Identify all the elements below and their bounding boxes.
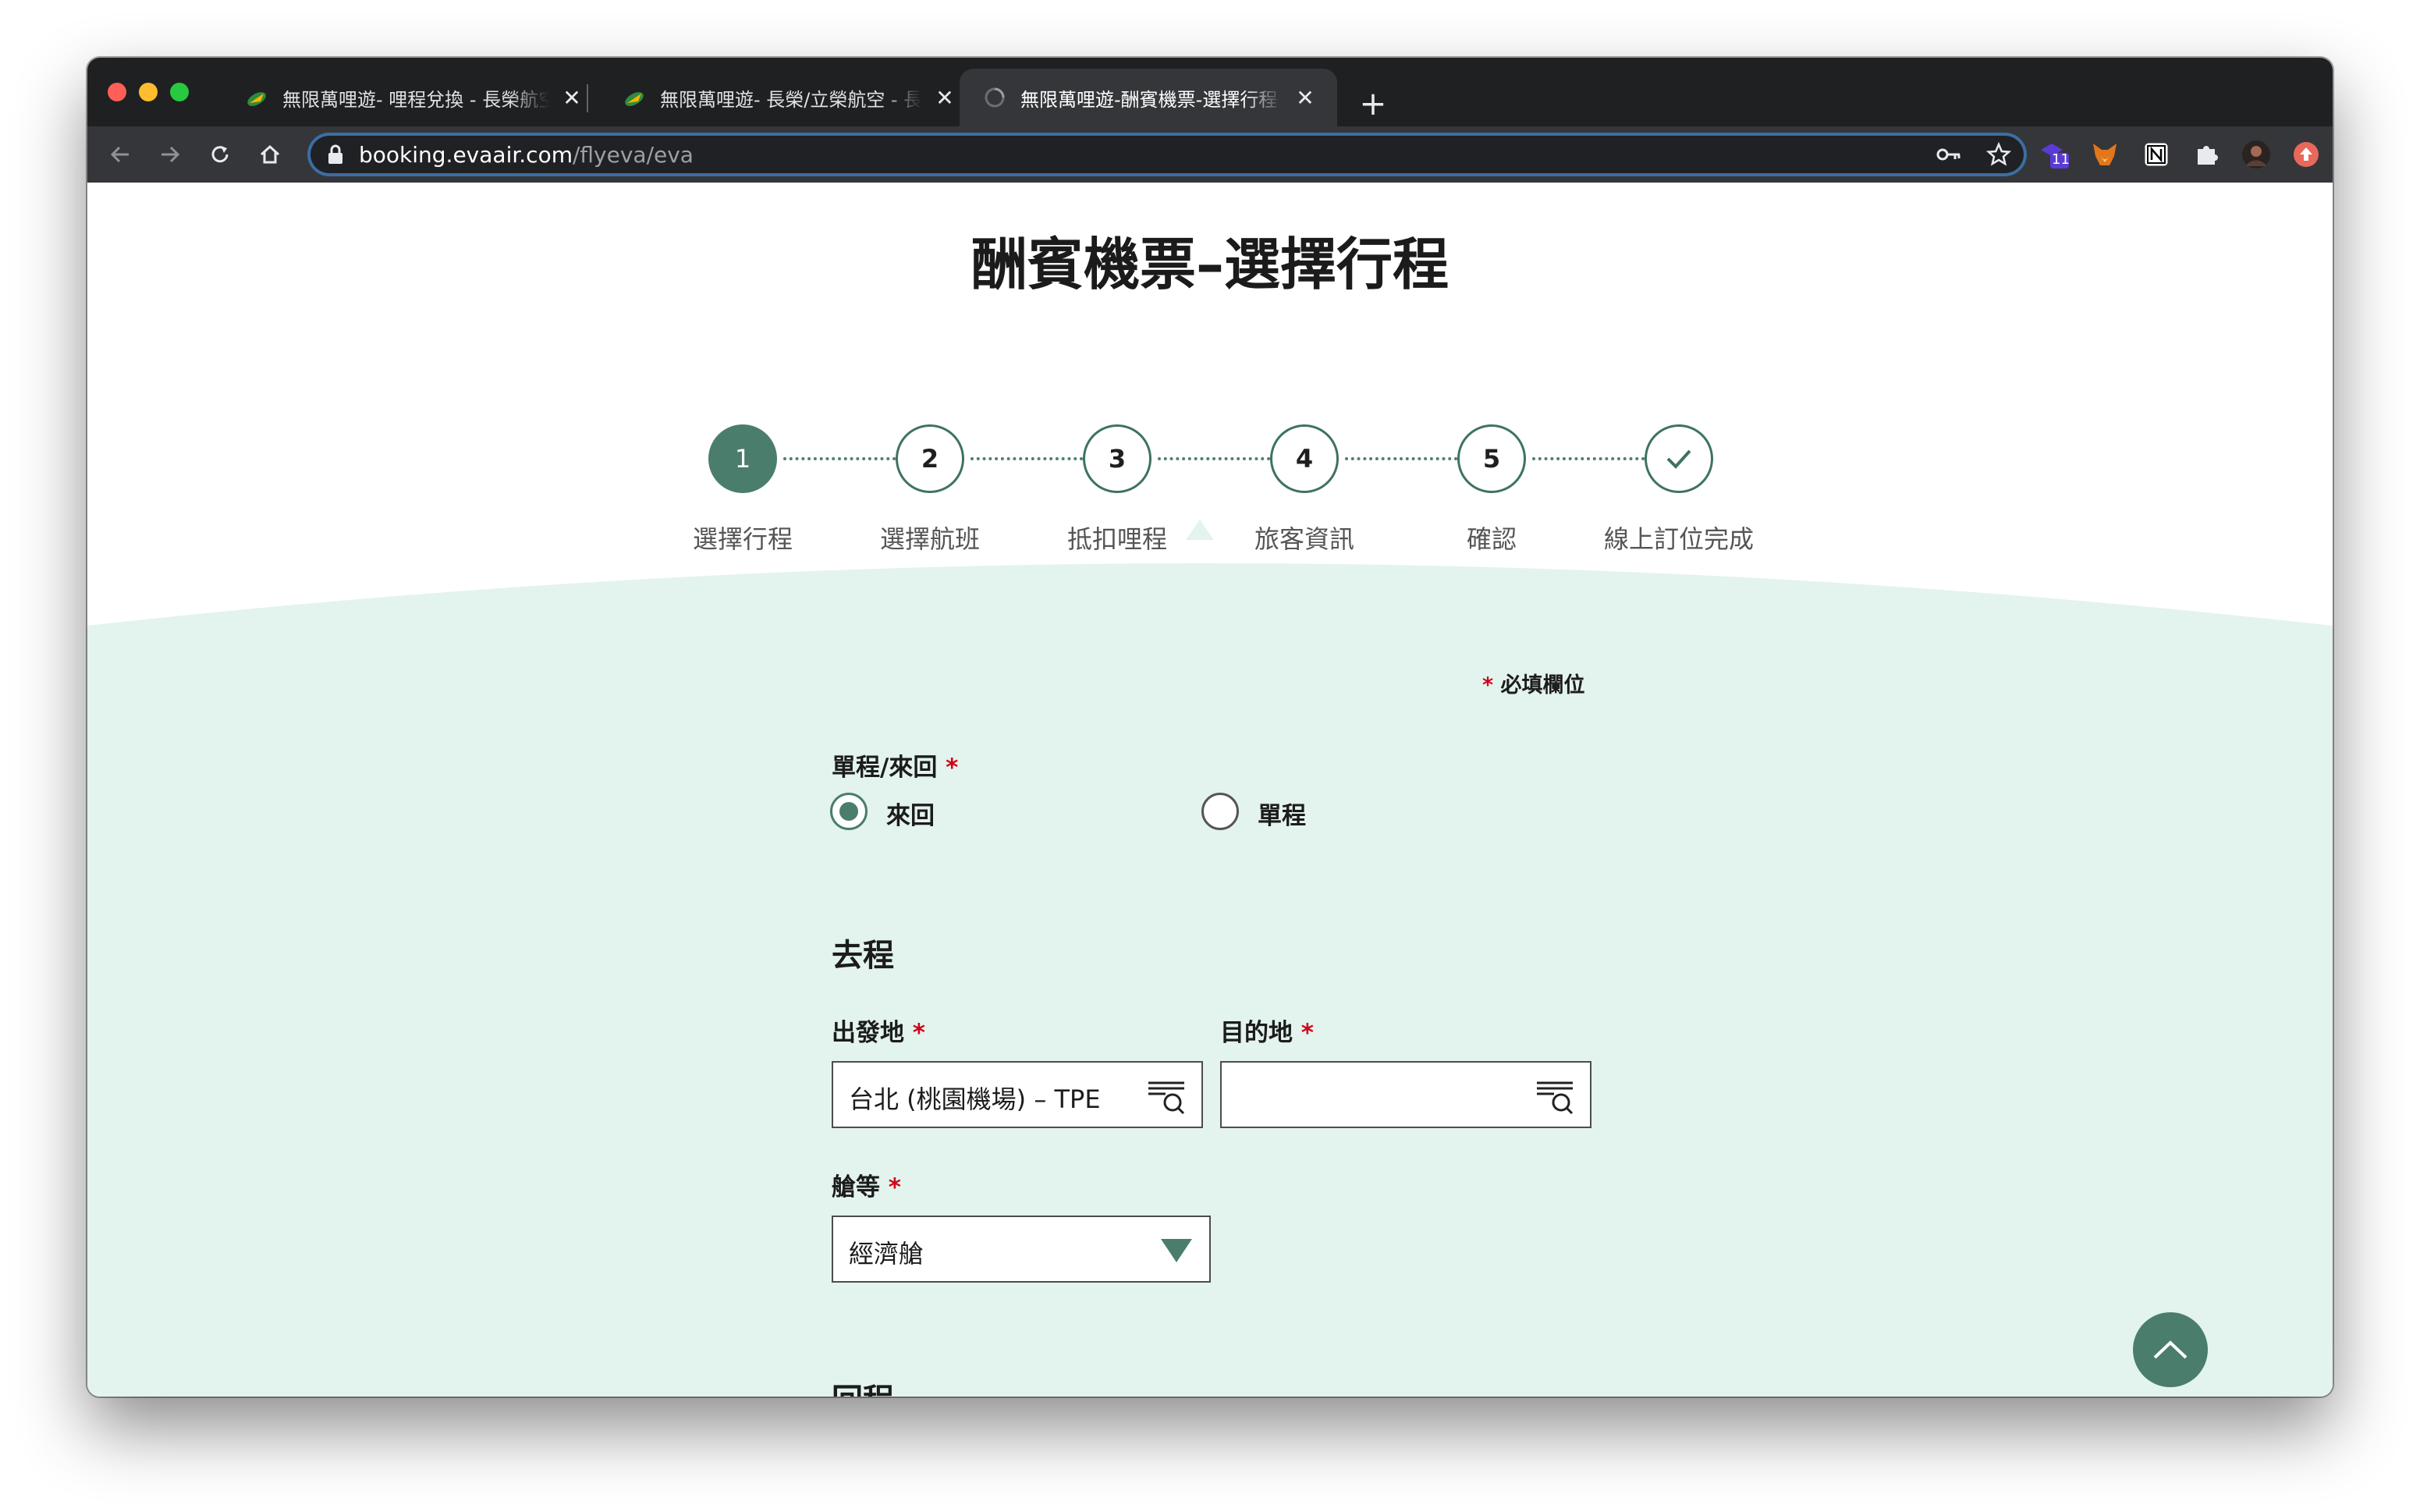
update-icon[interactable] xyxy=(2290,139,2322,170)
profile-avatar[interactable] xyxy=(2241,139,2272,170)
step-connector xyxy=(970,457,1089,460)
extension-badge-count: 11 xyxy=(2052,151,2070,168)
step-label: 選擇航班 xyxy=(879,524,980,554)
page-content: 酬賓機票–選擇行程 1 2 3 4 5 選擇行程 選擇航班 抵扣哩程 旅客資訊 … xyxy=(87,183,2333,1397)
home-button[interactable] xyxy=(251,136,289,173)
close-icon[interactable]: ✕ xyxy=(933,85,956,111)
origin-input[interactable]: 台北 (桃園機場) – TPE xyxy=(832,1061,1203,1128)
required-star: * xyxy=(888,1173,902,1201)
step-4-circle: 4 xyxy=(1270,424,1339,493)
close-icon[interactable]: ✕ xyxy=(1293,85,1317,111)
forward-arrow-icon xyxy=(161,146,180,163)
extension-badge-icon[interactable]: 11 xyxy=(2038,139,2070,170)
tab-strip: 無限萬哩遊- 哩程兌換 - 長榮航空 ✕ 無限萬哩遊- 長榮/立榮航空 - 長榮… xyxy=(87,58,2333,126)
destination-label-text: 目的地 xyxy=(1220,1019,1293,1047)
notion-icon[interactable] xyxy=(2141,139,2172,170)
minimize-window-button[interactable] xyxy=(139,83,158,101)
mint-background xyxy=(87,520,2333,1397)
scroll-to-top-button[interactable] xyxy=(2133,1312,2208,1387)
tab-title: 無限萬哩遊- 哩程兌換 - 長榮航空 xyxy=(282,88,549,111)
step-complete-circle xyxy=(1645,424,1713,493)
step-connector xyxy=(1158,457,1276,460)
required-note-text: 必填欄位 xyxy=(1500,673,1585,697)
required-star: * xyxy=(1300,1019,1315,1047)
tab-divider xyxy=(587,84,588,112)
search-list-icon[interactable] xyxy=(1145,1075,1187,1117)
return-section-title: 回程 xyxy=(832,1375,894,1397)
address-bar[interactable]: booking.evaair.com/flyeva/eva xyxy=(307,133,2027,176)
browser-tab[interactable]: 無限萬哩遊- 長榮/立榮航空 - 長榮航空 ✕ xyxy=(599,69,977,126)
step-1-circle: 1 xyxy=(708,424,777,493)
eva-air-icon xyxy=(623,86,646,109)
browser-tab[interactable]: 無限萬哩遊- 哩程兌換 - 長榮航空 ✕ xyxy=(222,69,604,126)
trip-type-label: 單程/來回 * xyxy=(832,747,958,783)
chevron-up-icon xyxy=(2153,1340,2188,1359)
fox-extension-icon[interactable] xyxy=(2089,139,2120,170)
origin-label-text: 出發地 xyxy=(832,1019,904,1047)
url-path: /flyeva/eva xyxy=(572,141,694,168)
forward-button[interactable] xyxy=(151,136,189,173)
origin-label: 出發地 * xyxy=(832,1013,925,1048)
bookmark-star-icon[interactable] xyxy=(1986,142,2011,167)
close-window-button[interactable] xyxy=(108,83,126,101)
step-5-circle: 5 xyxy=(1457,424,1526,493)
origin-value: 台北 (桃園機場) – TPE xyxy=(849,1084,1101,1114)
eva-air-icon xyxy=(245,86,268,109)
step-label: 線上訂位完成 xyxy=(1603,524,1754,554)
home-icon xyxy=(260,144,280,164)
url-host: booking.evaair.com xyxy=(359,141,573,168)
required-star: * xyxy=(1482,673,1494,697)
step-3-circle: 3 xyxy=(1083,424,1151,493)
trip-type-label-text: 單程/來回 xyxy=(832,754,938,782)
reload-icon xyxy=(211,146,229,163)
step-2-circle: 2 xyxy=(896,424,964,493)
browser-tab-active[interactable]: 無限萬哩遊-酬賓機票-選擇行程 - 長榮航空 ✕ xyxy=(960,69,1337,126)
search-list-icon[interactable] xyxy=(1534,1075,1576,1117)
round-trip-radio[interactable] xyxy=(830,793,868,830)
outbound-section-title: 去程 xyxy=(832,938,894,974)
back-button[interactable] xyxy=(101,136,139,173)
back-arrow-icon xyxy=(110,146,129,163)
puzzle-extensions-icon[interactable] xyxy=(2191,139,2222,170)
one-way-radio[interactable] xyxy=(1201,793,1239,830)
cabin-select[interactable]: 經濟艙 xyxy=(832,1216,1211,1283)
new-tab-button[interactable]: + xyxy=(1350,80,1396,126)
page-title: 酬賓機票–選擇行程 xyxy=(970,232,1449,297)
cabin-value: 經濟艙 xyxy=(849,1239,924,1269)
required-fields-note: * 必填欄位 xyxy=(1482,668,1585,698)
step-connector xyxy=(1532,457,1651,460)
cabin-label-text: 艙等 xyxy=(832,1173,880,1201)
checkmark-icon xyxy=(1666,449,1691,469)
dropdown-arrow-icon[interactable] xyxy=(1161,1239,1192,1262)
reload-button[interactable] xyxy=(201,136,239,173)
step-label: 抵扣哩程 xyxy=(1066,524,1167,554)
browser-toolbar: booking.evaair.com/flyeva/eva 11 xyxy=(87,126,2333,183)
step-label: 旅客資訊 xyxy=(1254,524,1354,554)
step-label: 確認 xyxy=(1466,524,1517,554)
one-way-label[interactable]: 單程 xyxy=(1258,796,1306,831)
tab-title: 無限萬哩遊- 長榮/立榮航空 - 長榮航空 xyxy=(660,88,922,111)
destination-label: 目的地 * xyxy=(1220,1013,1314,1048)
required-star: * xyxy=(946,754,959,782)
loading-globe-icon xyxy=(983,86,1006,109)
step-label: 選擇行程 xyxy=(692,524,793,554)
close-icon[interactable]: ✕ xyxy=(560,85,584,111)
lock-icon[interactable] xyxy=(325,144,346,165)
key-icon[interactable] xyxy=(1936,142,1961,167)
cabin-label: 艙等 * xyxy=(832,1167,901,1202)
round-trip-label[interactable]: 來回 xyxy=(886,796,935,831)
destination-input[interactable] xyxy=(1220,1061,1591,1128)
tab-title: 無限萬哩遊-酬賓機票-選擇行程 - 長榮航空 xyxy=(1020,88,1283,111)
required-star: * xyxy=(912,1019,926,1047)
browser-window: 無限萬哩遊- 哩程兌換 - 長榮航空 ✕ 無限萬哩遊- 長榮/立榮航空 - 長榮… xyxy=(87,58,2333,1397)
maximize-window-button[interactable] xyxy=(170,83,189,101)
step-connector xyxy=(1345,457,1464,460)
step-connector xyxy=(783,457,902,460)
